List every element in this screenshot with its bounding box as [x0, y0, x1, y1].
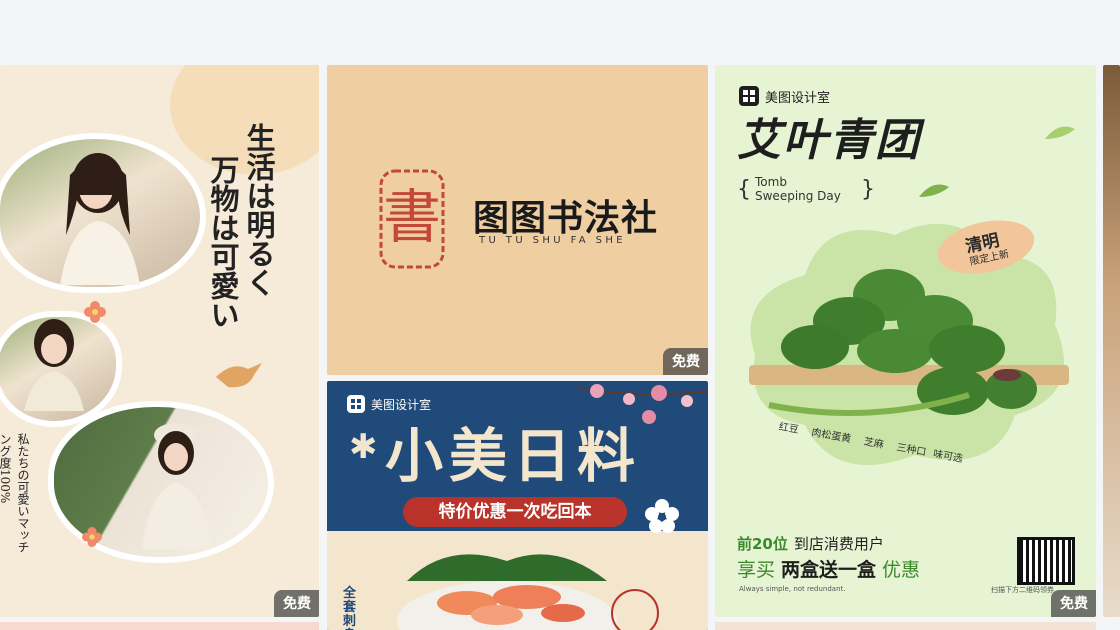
promo-rest: 到店消费用户 — [793, 535, 884, 553]
template-card-calligraphy[interactable]: 書 图图书法社 TU TU SHU FA SHE 免费 — [327, 65, 708, 375]
subtext-col-2: ング度100% — [0, 433, 12, 504]
promo-a: 享买 — [737, 559, 776, 581]
stamp-icon — [611, 589, 659, 630]
promo-strong: 前20位 — [737, 535, 788, 553]
promo-line-2: 享买 两盒送一盒 优惠 — [737, 555, 920, 582]
template-card-partial[interactable] — [1103, 65, 1120, 617]
flavor-4: 味可选 — [932, 448, 964, 465]
leaf-icon-2 — [1045, 126, 1075, 139]
tiny-text: Always simple, not redundant. — [739, 585, 846, 593]
asterisk-icon: ✱ — [349, 427, 378, 467]
free-badge: 免费 — [663, 348, 708, 375]
flavor-2: 芝麻 — [862, 436, 885, 451]
portrait-illustration-mid — [24, 319, 84, 411]
brand-title: 图图书法社 — [473, 197, 659, 239]
side-label: 全套刺身 — [343, 586, 357, 630]
seal-character: 書 — [382, 183, 441, 251]
flower-icon — [84, 301, 106, 323]
promo-strong-2: 两盒送一盒 — [781, 559, 877, 581]
bird-icon — [216, 363, 262, 388]
qr-code-icon — [1017, 537, 1075, 585]
portrait-illustration-top — [60, 153, 140, 285]
qr-caption: 扫描下方二维码领券 — [991, 586, 1054, 594]
flower-icon — [645, 499, 679, 533]
sashimi-platter-illustration — [397, 554, 617, 630]
template-card-cute-life[interactable]: 生活は明るく 万物は可愛い 私たちの可愛いマッチ ング度100% 免费 — [0, 65, 319, 617]
english-line-1: Tomb — [755, 175, 787, 189]
promo-b: 优惠 — [882, 559, 921, 581]
qingtuan-illustration — [749, 269, 1069, 416]
flower-icon-2 — [82, 527, 102, 547]
flavor-1: 肉松蛋黄 — [810, 427, 852, 446]
subtext-col-1: 私たちの可愛いマッチ — [16, 433, 30, 553]
english-line-2: Sweeping Day — [755, 189, 841, 203]
flavor-0: 红豆 — [777, 421, 800, 436]
leaf-icon — [919, 184, 949, 197]
top-bar — [0, 0, 1120, 64]
brand-logo-icon — [739, 86, 759, 106]
next-row-card-edge-2 — [715, 622, 1096, 630]
portrait-illustration-bottom — [142, 423, 212, 549]
template-card-qingtuan[interactable]: 美图设计室 艾叶青团 { Tomb Sweeping Day } 清明 限定上新… — [715, 65, 1096, 617]
bracket-left: { — [737, 177, 751, 202]
brand-name: 美图设计室 — [371, 398, 432, 412]
bracket-right: } — [861, 177, 875, 202]
promo-line-1: 前20位 到店消费用户 — [737, 533, 884, 554]
headline-col-2: 万物は可愛い — [206, 155, 240, 329]
brand-subtitle: TU TU SHU FA SHE — [479, 235, 627, 246]
brand-name: 美图设计室 — [765, 91, 831, 106]
brand-logo-icon — [347, 395, 365, 413]
headline: 小美日料 — [385, 422, 642, 490]
flavor-3: 三种口 — [895, 442, 928, 459]
free-badge: 免费 — [274, 590, 319, 617]
template-card-japanese-food[interactable]: 美图设计室 ✱ 小美日料 特价优惠一次吃回本 全套刺身 — [327, 381, 708, 630]
free-badge: 免费 — [1051, 590, 1096, 617]
headline: 艾叶青团 — [737, 115, 921, 166]
next-row-card-edge — [0, 622, 319, 630]
headline-col-1: 生活は明るく — [242, 123, 276, 297]
promo-ribbon: 特价优惠一次吃回本 — [403, 497, 627, 527]
